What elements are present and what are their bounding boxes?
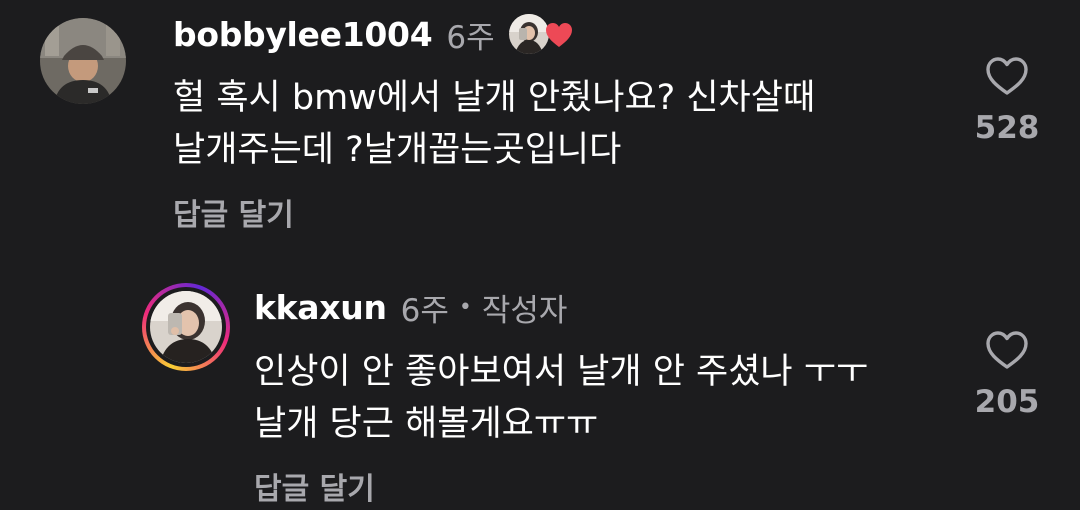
comment-text-line: 인상이 안 좋아보여서 날개 안 주셨나 ㅜㅜ	[254, 352, 869, 392]
comment-meta: bobbylee1004 6주	[173, 12, 575, 56]
comment-text: 인상이 안 좋아보여서 날개 안 주셨나 ㅜㅜ 날개 당근 해볼게요ㅠㅠ	[254, 346, 868, 450]
comment-item: bobbylee1004 6주 헐 혹시 bmw에서 날개 안줬나요? 신차살때…	[0, 0, 1080, 250]
reply-button[interactable]: 답글 달기	[173, 190, 294, 234]
story-ring[interactable]	[142, 283, 230, 371]
like-count: 528	[974, 110, 1040, 146]
comment-meta: kkaxun 6주 • 작성자	[254, 285, 567, 329]
comment-text: 헐 혹시 bmw에서 날개 안줬나요? 신차살때 날개주는데 ?날개꼽는곳입니다	[173, 72, 815, 176]
reply-button[interactable]: 답글 달기	[254, 464, 375, 508]
author-tag: 작성자	[481, 292, 568, 329]
like-control: 528	[962, 56, 1052, 146]
author-liked-badge	[506, 12, 575, 56]
username[interactable]: bobbylee1004	[173, 15, 433, 54]
avatar[interactable]	[40, 18, 126, 104]
heart-icon	[545, 23, 572, 47]
like-count: 205	[974, 384, 1040, 420]
separator-dot: •	[458, 294, 472, 320]
reply-item: kkaxun 6주 • 작성자 인상이 안 좋아보여서 날개 안 주셨나 ㅜㅜ …	[0, 250, 1080, 510]
username[interactable]: kkaxun	[254, 288, 387, 327]
heart-outline-icon[interactable]	[985, 330, 1029, 370]
comment-text-line: 날개주는데 ?날개꼽는곳입니다	[173, 130, 622, 170]
comment-text-line: 날개 당근 해볼게요ㅠㅠ	[254, 404, 599, 444]
heart-outline-icon[interactable]	[985, 56, 1029, 96]
avatar	[150, 291, 222, 363]
comment-text-line: 헐 혹시 bmw에서 날개 안줬나요? 신차살때	[173, 78, 816, 118]
like-control: 205	[962, 330, 1052, 420]
timestamp: 6주	[446, 19, 495, 56]
timestamp: 6주	[400, 292, 449, 329]
